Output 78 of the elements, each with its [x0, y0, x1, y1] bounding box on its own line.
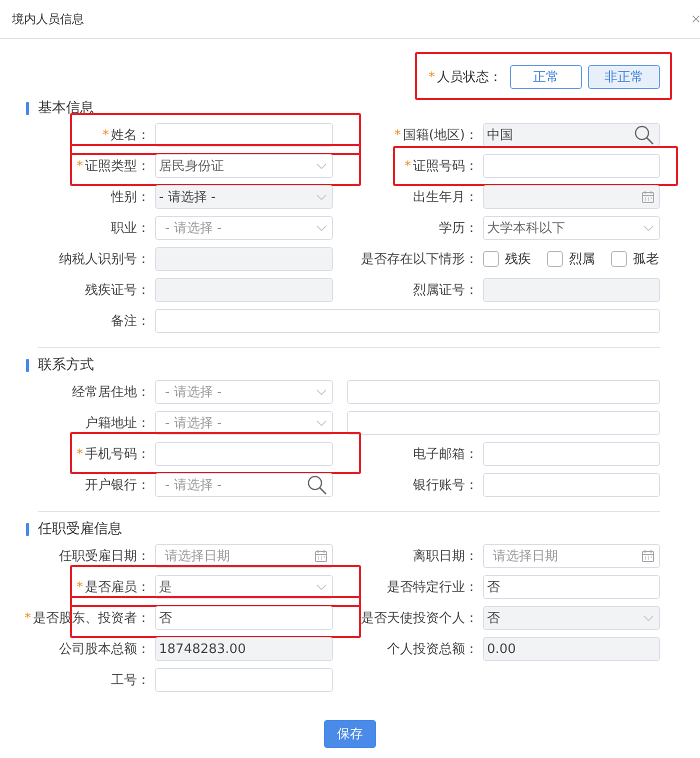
field-label: 备注：	[111, 314, 150, 329]
field-label: 职业：	[111, 221, 150, 236]
field-label: 人员状态：	[437, 70, 502, 85]
chevron-down-icon	[316, 194, 327, 200]
required-mark: *	[24, 611, 31, 626]
checkbox[interactable]	[547, 251, 563, 267]
chevron-down-icon	[316, 224, 327, 232]
field-label: 个人投资总额：	[387, 642, 478, 657]
field-label: 电子邮箱：	[413, 447, 478, 462]
field-label: 工号：	[111, 673, 150, 688]
field-label: 是否天使投资个人：	[361, 611, 478, 626]
checkbox-label: 孤老	[633, 251, 659, 268]
chevron-down-icon	[643, 224, 654, 232]
section-title: 联系方式	[38, 356, 94, 374]
input-field[interactable]	[155, 668, 333, 692]
calendar-icon[interactable]	[315, 550, 327, 562]
required-mark: *	[394, 128, 401, 143]
field-label: 是否雇员：	[85, 580, 150, 595]
field-label: 是否存在以下情形：	[361, 252, 478, 267]
status-button[interactable]: 非正常	[588, 65, 660, 89]
calendar-icon[interactable]	[642, 550, 654, 562]
field-label: 纳税人识别号：	[59, 252, 150, 267]
checkbox[interactable]	[483, 251, 499, 267]
input-field[interactable]	[155, 309, 660, 333]
checkbox-label: 烈属	[569, 251, 595, 268]
chevron-down-icon	[316, 420, 327, 426]
checkbox-label: 残疾	[505, 251, 531, 268]
required-mark: *	[76, 447, 83, 462]
field-label: 开户银行：	[85, 478, 150, 493]
select-field[interactable]: 居民身份证	[155, 154, 333, 178]
chevron-down-icon	[643, 614, 654, 622]
field-label: 性别：	[111, 190, 150, 205]
field-label: 姓名：	[111, 128, 150, 143]
chevron-down-icon	[316, 388, 327, 396]
save-button[interactable]: 保存	[324, 720, 376, 748]
section-marker	[26, 102, 29, 114]
field-label: 银行账号：	[413, 478, 478, 493]
required-mark: *	[102, 128, 109, 143]
checkbox[interactable]	[611, 251, 627, 267]
input-field[interactable]	[347, 411, 660, 435]
field-label: 手机号码：	[85, 447, 150, 462]
field-label: 离职日期：	[413, 549, 478, 564]
section-marker	[26, 358, 29, 372]
field-label: 经常居住地：	[72, 385, 150, 400]
input-field[interactable]	[155, 123, 333, 147]
input-field[interactable]	[483, 442, 660, 466]
input-field[interactable]	[155, 442, 333, 466]
field-label: 户籍地址：	[85, 416, 150, 431]
required-mark: *	[76, 580, 83, 595]
field-label: 学历：	[439, 221, 478, 236]
field-label: 是否特定行业：	[387, 580, 478, 595]
search-icon[interactable]	[307, 475, 327, 495]
required-mark: *	[76, 159, 83, 174]
chevron-down-icon	[316, 162, 327, 170]
close-icon[interactable]	[692, 14, 700, 24]
select-field[interactable]: 大学本科以下	[483, 216, 660, 240]
chevron-down-icon	[316, 584, 327, 590]
input-field[interactable]	[347, 380, 660, 404]
input-field[interactable]	[483, 154, 660, 178]
section-title: 任职受雇信息	[38, 520, 122, 538]
field-label: 烈属证号：	[413, 283, 478, 298]
field-label: 是否股东、投资者：	[33, 611, 150, 626]
status-button[interactable]: 正常	[510, 65, 582, 89]
input-field[interactable]	[483, 473, 660, 497]
section-marker	[26, 522, 29, 536]
select-field[interactable]: 是	[155, 575, 333, 599]
required-mark: *	[404, 159, 411, 174]
field-label: 证照类型：	[85, 159, 150, 174]
field-label: 证照号码：	[413, 159, 478, 174]
required-mark: *	[428, 70, 435, 85]
field-label: 出生年月：	[413, 190, 478, 205]
field-label: 国籍(地区)：	[402, 128, 478, 143]
field-label: 任职受雇日期：	[59, 549, 150, 564]
window-title: 境内人员信息	[12, 10, 84, 28]
input-field[interactable]: 否	[155, 606, 333, 630]
input-field[interactable]: 否	[483, 575, 660, 599]
field-label: 公司股本总额：	[59, 642, 150, 657]
field-label: 残疾证号：	[85, 283, 150, 298]
